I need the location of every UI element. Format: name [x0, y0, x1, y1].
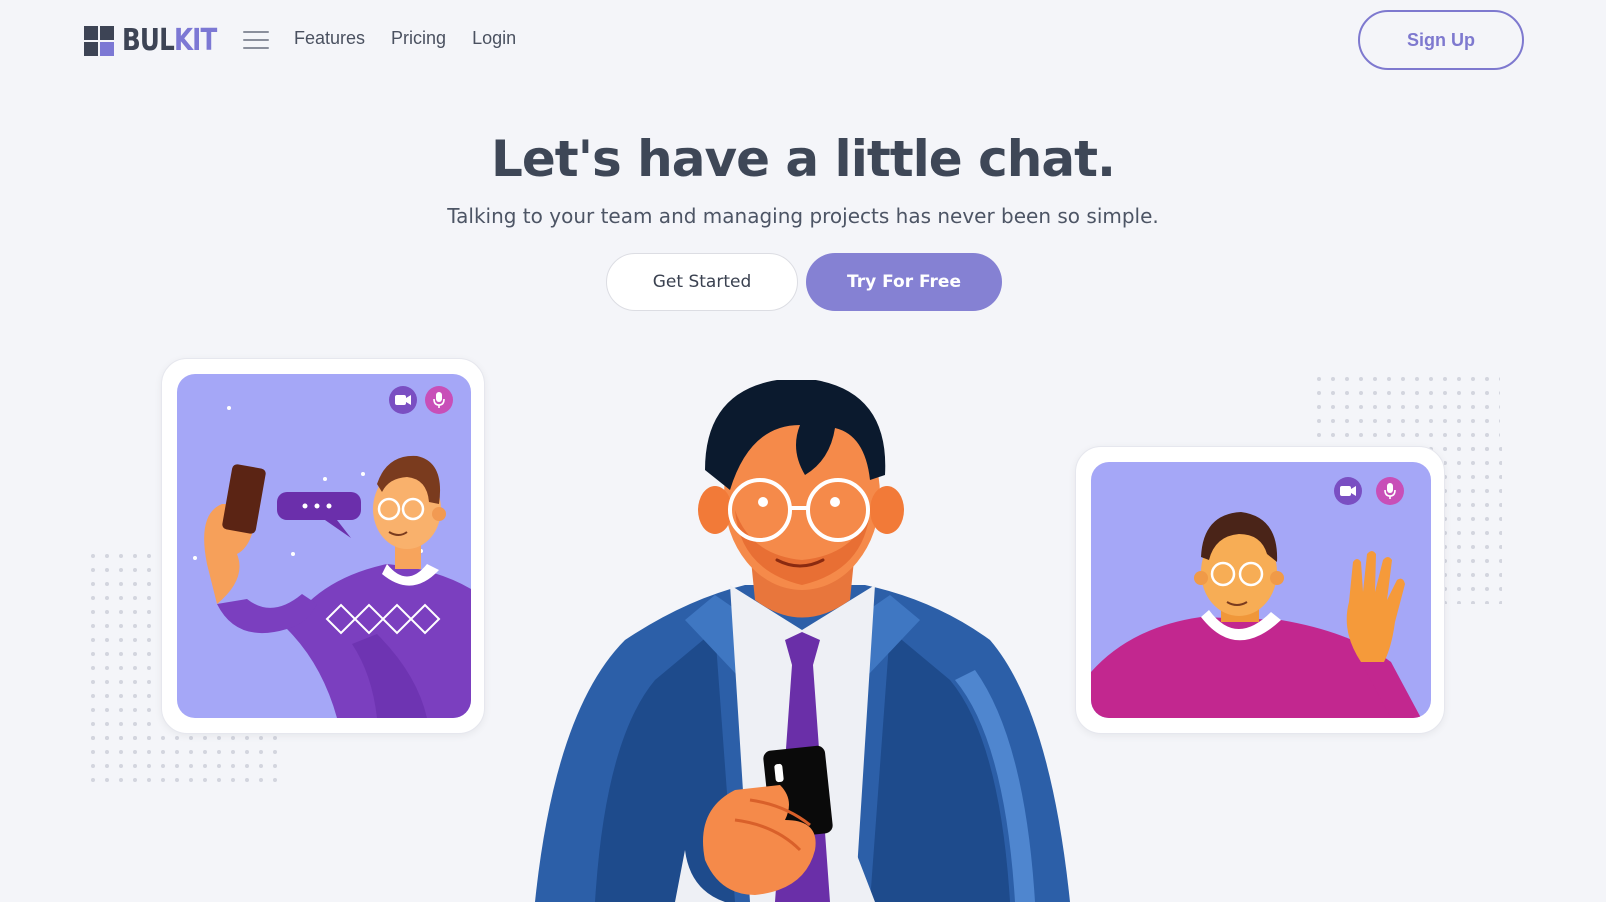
try-for-free-button[interactable]: Try For Free: [806, 253, 1002, 311]
video-feed-left: [177, 374, 471, 718]
nav-link-pricing[interactable]: Pricing: [391, 28, 446, 49]
video-call-card-right: [1075, 446, 1445, 734]
video-call-card-left: [161, 358, 485, 734]
brand-logo[interactable]: BULKIT: [84, 24, 237, 58]
logo-mark-icon: [84, 26, 114, 56]
logo-text-part2: KIT: [173, 23, 217, 58]
nav-link-features[interactable]: Features: [294, 28, 365, 49]
logo-text: BULKIT: [122, 23, 217, 58]
video-camera-icon[interactable]: [1334, 477, 1362, 505]
hero-subtitle: Talking to your team and managing projec…: [447, 204, 1159, 228]
menu-icon[interactable]: [243, 31, 269, 49]
nav-links: Features Pricing Login: [294, 28, 516, 49]
microphone-icon[interactable]: [1376, 477, 1404, 505]
video-camera-icon[interactable]: [389, 386, 417, 414]
microphone-icon[interactable]: [425, 386, 453, 414]
businessman-illustration: [535, 380, 1070, 902]
sign-up-button[interactable]: Sign Up: [1358, 10, 1524, 70]
nav-link-login[interactable]: Login: [472, 28, 516, 49]
get-started-button[interactable]: Get Started: [606, 253, 798, 311]
person-selfie-illustration: [193, 406, 471, 718]
logo-text-part1: BUL: [122, 23, 175, 58]
video-feed-right: [1091, 462, 1431, 718]
navbar: BULKIT Features Pricing Login Sign Up: [0, 0, 1606, 80]
hero-title: Let's have a little chat.: [491, 130, 1116, 188]
